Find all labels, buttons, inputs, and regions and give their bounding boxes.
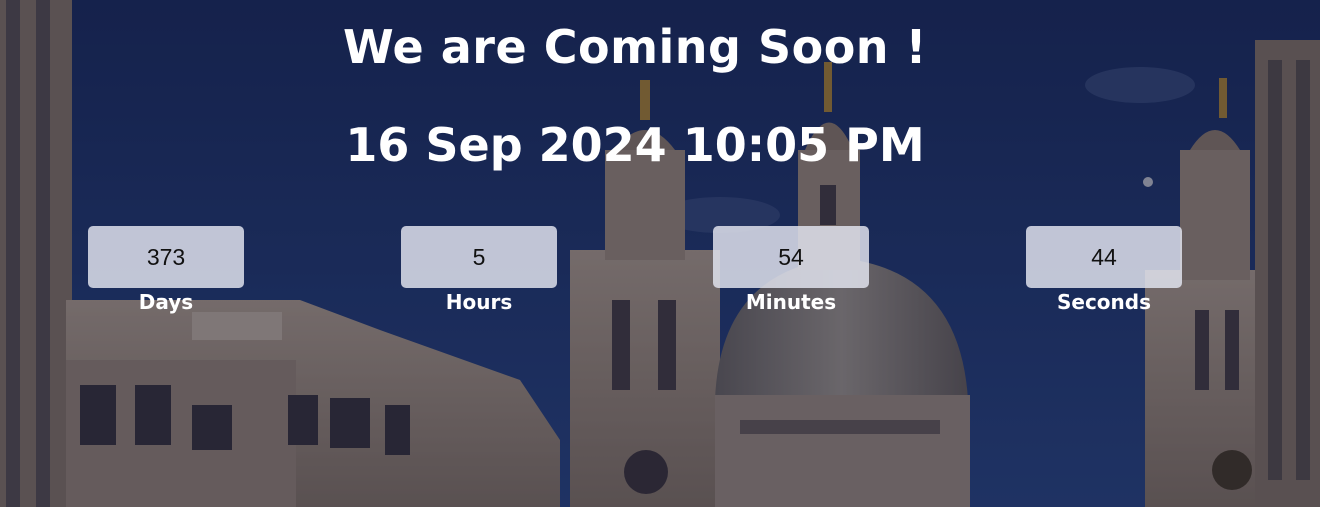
countdown-minutes: 54 Minutes [713, 226, 869, 314]
countdown-seconds-label: Seconds [1056, 290, 1152, 314]
countdown-minutes-label: Minutes [745, 290, 837, 314]
countdown-hours-label: Hours [445, 290, 513, 314]
countdown-days: 373 Days [88, 226, 244, 314]
countdown-days-label: Days [138, 290, 194, 314]
page-title: We are Coming Soon ! [342, 20, 928, 74]
countdown-seconds-value: 44 [1026, 226, 1182, 288]
countdown-hours-value: 5 [401, 226, 557, 288]
countdown-seconds: 44 Seconds [1026, 226, 1182, 314]
launch-datetime: 16 Sep 2024 10:05 PM [345, 118, 925, 172]
countdown-minutes-value: 54 [713, 226, 869, 288]
countdown-days-value: 373 [88, 226, 244, 288]
countdown-hours: 5 Hours [401, 226, 557, 314]
